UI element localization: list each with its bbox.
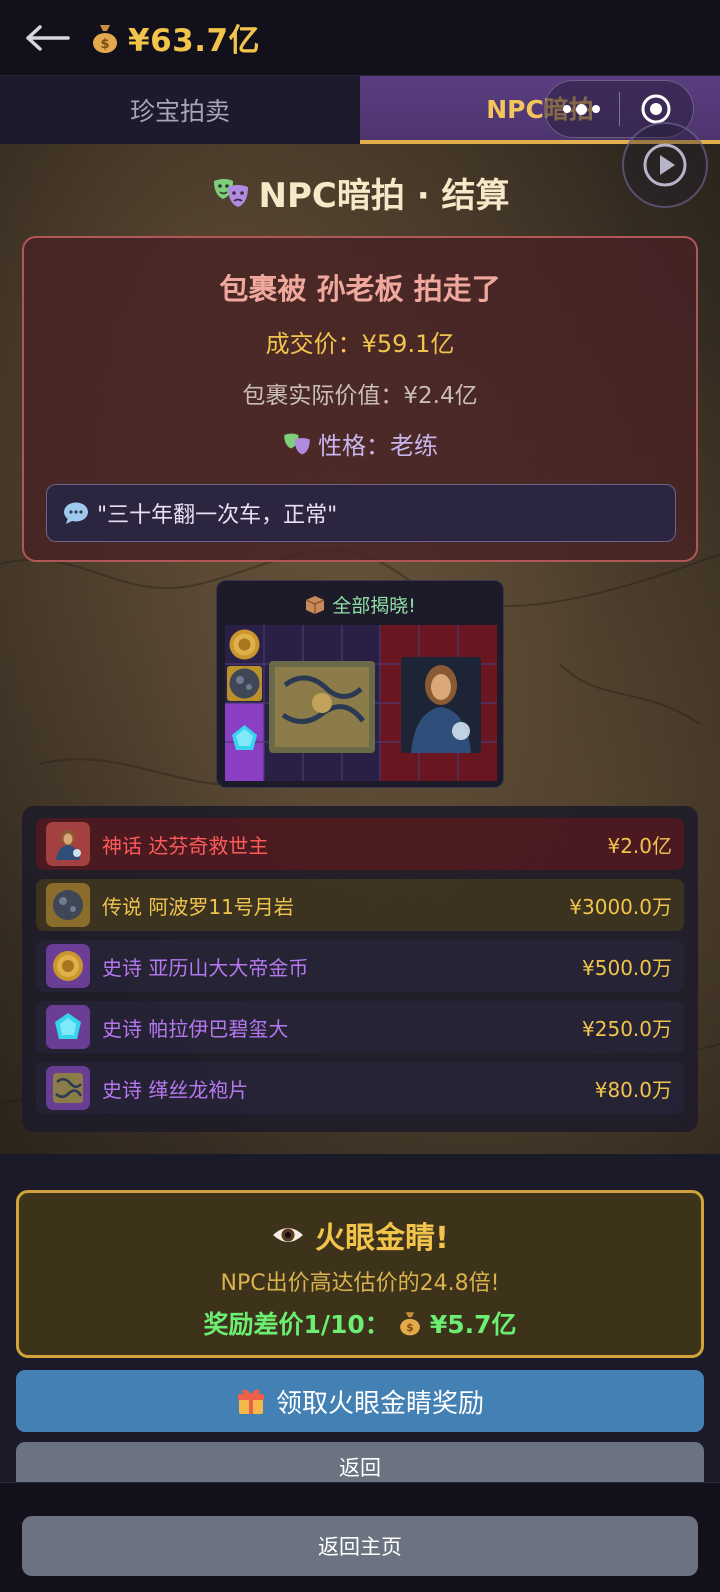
return-home-button[interactable]: 返回主页	[22, 1516, 698, 1576]
item-value-list: 神话 达芬奇救世主 ¥2.0亿 传说 阿波罗11号月岩 ¥3000.0万 史诗 …	[22, 806, 698, 1132]
reward-title: 火眼金睛!	[19, 1213, 701, 1257]
tourmaline-gem-icon	[46, 1005, 90, 1049]
package-grid	[225, 625, 497, 781]
item-name: 传说 阿波罗11号月岩	[102, 894, 294, 919]
reveal-title: 全部揭晓!	[217, 591, 503, 618]
dragon-robe-icon	[46, 1066, 90, 1110]
npc-personality: 性格：老练	[24, 426, 696, 461]
gift-icon	[237, 1389, 264, 1414]
gold-coin-icon	[229, 629, 260, 660]
svg-text:$: $	[406, 1321, 413, 1334]
item-name: 史诗 帕拉伊巴碧玺大	[102, 1016, 289, 1041]
item-price: ¥500.0万	[582, 955, 672, 980]
list-item[interactable]: 史诗 缂丝龙袍片 ¥80.0万	[36, 1062, 684, 1114]
salvator-mundi-icon	[46, 822, 90, 866]
item-price: ¥80.0万	[594, 1077, 672, 1102]
back-arrow-icon[interactable]	[24, 23, 70, 53]
dragon-robe-icon	[269, 661, 375, 753]
theater-masks-icon	[284, 433, 310, 454]
moon-rock-icon	[46, 883, 90, 927]
reveal-panel: 全部揭晓!	[216, 580, 504, 788]
npc-quote: "三十年翻一次车，正常"	[46, 484, 676, 542]
eye-icon	[273, 1228, 304, 1242]
gold-coin-icon	[46, 944, 90, 988]
moon-rock-icon	[227, 666, 262, 701]
item-price: ¥3000.0万	[569, 894, 672, 919]
tab-treasure-auction[interactable]: 珍宝拍卖	[0, 76, 360, 144]
package-icon	[305, 595, 325, 614]
list-item[interactable]: 史诗 亚历山大大帝金币 ¥500.0万	[36, 940, 684, 992]
target-icon	[641, 94, 671, 124]
settlement-title-text: NPC暗拍 · 结算	[258, 176, 510, 216]
reward-card: 火眼金睛! NPC出价高达估价的24.8倍! 奖励差价1/10： $ ¥5.7亿	[16, 1190, 704, 1358]
deal-price: 成交价：¥59.1亿	[265, 330, 455, 358]
close-miniprogram-button[interactable]	[620, 92, 694, 126]
more-menu-button[interactable]	[545, 103, 619, 115]
theater-masks-icon	[213, 178, 248, 207]
balance-amount: ¥63.7亿	[128, 23, 261, 59]
list-item[interactable]: 传说 阿波罗11号月岩 ¥3000.0万	[36, 879, 684, 931]
settlement-title: NPC暗拍 · 结算	[0, 168, 720, 217]
item-price: ¥2.0亿	[607, 833, 672, 858]
list-item[interactable]: 神话 达芬奇救世主 ¥2.0亿	[36, 818, 684, 870]
item-name: 史诗 亚历山大大帝金币	[102, 955, 309, 980]
reward-description: NPC出价高达估价的24.8倍!	[220, 1271, 500, 1296]
result-headline: 包裹被 孙老板 拍走了	[219, 272, 501, 306]
claim-button-label: 领取火眼金睛奖励	[275, 1388, 484, 1419]
list-item[interactable]: 史诗 帕拉伊巴碧玺大 ¥250.0万	[36, 1001, 684, 1053]
top-bar: $ ¥63.7亿	[0, 0, 720, 76]
balance-display: $ ¥63.7亿	[88, 15, 260, 60]
personality-text: 性格：老练	[318, 432, 438, 460]
svg-text:$: $	[100, 37, 109, 52]
money-bag-icon: $	[399, 1312, 420, 1336]
result-card: 包裹被 孙老板 拍走了 成交价：¥59.1亿 包裹实际价值：¥2.4亿 性格：老…	[22, 236, 698, 562]
item-name: 史诗 缂丝龙袍片	[102, 1077, 249, 1102]
salvator-mundi-icon	[401, 657, 481, 753]
claim-reward-button[interactable]: 领取火眼金睛奖励	[16, 1370, 704, 1432]
quote-text: "三十年翻一次车，正常"	[97, 503, 338, 528]
item-name: 神话 达芬奇救世主	[102, 833, 269, 858]
real-value: 包裹实际价值：¥2.4亿	[242, 383, 478, 409]
reward-amount: 奖励差价1/10： $ ¥5.7亿	[203, 1310, 517, 1339]
money-bag-icon: $	[93, 24, 117, 53]
item-price: ¥250.0万	[582, 1016, 672, 1041]
speech-bubble-icon	[64, 502, 88, 524]
